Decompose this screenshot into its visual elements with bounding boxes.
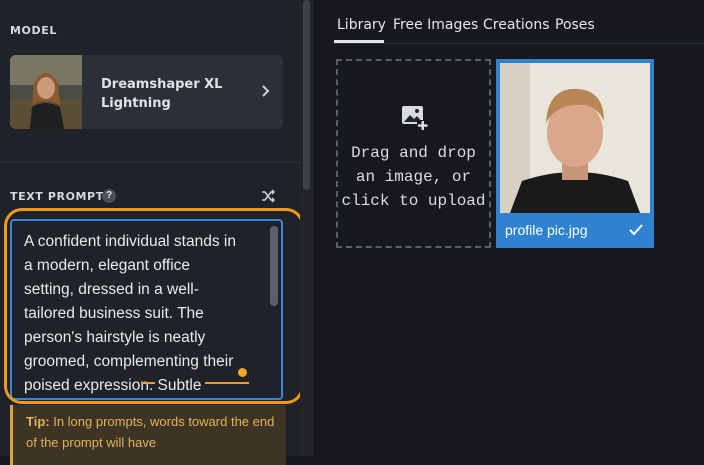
section-divider [0, 162, 300, 163]
tab-poses[interactable]: Poses [555, 17, 595, 33]
model-selector-card[interactable]: Dreamshaper XL Lightning [10, 55, 283, 129]
left-panel: MODEL Dreamshaper XL Lightning TEXT PROM… [0, 0, 304, 465]
text-prompt-label: TEXT PROMPT [10, 190, 104, 203]
left-panel-scrollbar-thumb[interactable] [303, 0, 310, 190]
image-filename: profile pic.jpg [505, 222, 588, 238]
model-name: Dreamshaper XL Lightning [101, 77, 223, 111]
image-add-icon [402, 106, 428, 131]
tip-text: Tip: In long prompts, words toward the e… [26, 411, 276, 453]
tab-library[interactable]: Library [337, 17, 386, 33]
tip-box: Tip: In long prompts, words toward the e… [10, 405, 286, 465]
model-thumbnail-image [10, 55, 82, 129]
tip-label: Tip: [26, 414, 50, 429]
upload-instructions: Drag and drop an image, or click to uplo… [341, 144, 486, 210]
focus-highlight-ring [4, 208, 304, 404]
model-section-label: MODEL [10, 24, 57, 37]
chevron-right-icon [262, 85, 270, 97]
image-source-tabs: Library Free Images Creations Poses [334, 0, 704, 44]
tab-free-images[interactable]: Free Images [393, 17, 478, 33]
check-icon [629, 224, 643, 236]
profile-photo-thumbnail [500, 63, 650, 213]
upload-dropzone[interactable]: Drag and drop an image, or click to uplo… [336, 59, 491, 248]
tabs-divider [334, 43, 704, 44]
library-image-card[interactable]: profile pic.jpg [496, 59, 654, 248]
question-icon[interactable]: ? [102, 189, 116, 203]
shuffle-icon[interactable] [260, 188, 276, 204]
tip-body: In long prompts, words toward the end of… [26, 414, 275, 450]
tab-creations[interactable]: Creations [483, 17, 550, 33]
